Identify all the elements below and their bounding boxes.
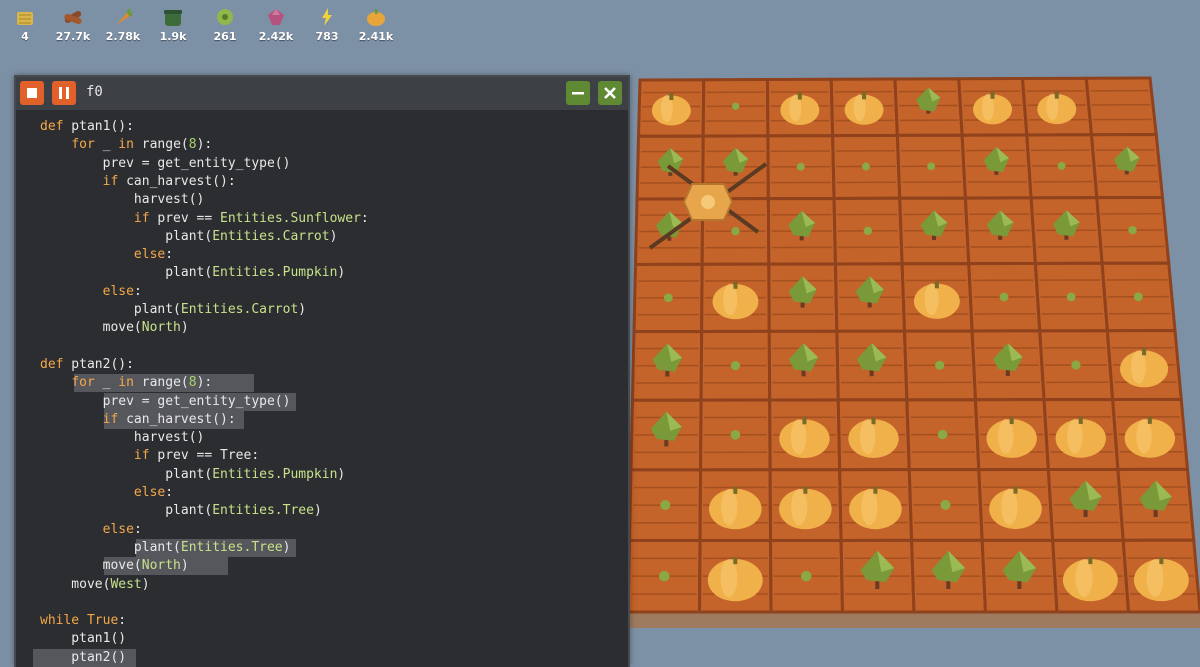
resource-count: 1.9k: [147, 30, 199, 43]
code-line: plant(Entities.Carrot): [40, 228, 337, 246]
sprout: [660, 500, 670, 510]
sprout: [1067, 292, 1076, 301]
pause-icon: [59, 87, 69, 99]
code-line: while True:: [40, 612, 126, 630]
board-edge: [628, 612, 1200, 628]
code-line: plant(Entities.Tree): [40, 539, 290, 557]
power-icon: [316, 6, 338, 28]
sprout: [731, 361, 740, 370]
code-line: plant(Entities.Carrot): [40, 301, 306, 319]
sprout: [864, 227, 872, 235]
resource-count: 783: [301, 30, 353, 43]
code-line: ptan1(): [40, 630, 126, 648]
code-line: move(North): [40, 557, 189, 575]
code-line: if prev == Entities.Sunflower:: [40, 210, 369, 228]
close-icon: [604, 87, 616, 99]
close-button[interactable]: [598, 81, 622, 105]
resource-cactus: 1.9k: [147, 6, 199, 43]
minimize-icon: [572, 87, 584, 99]
code-line: else:: [40, 283, 142, 301]
sprout: [927, 162, 935, 170]
wood-icon: [62, 6, 84, 28]
sprout: [935, 361, 944, 370]
code-line: move(West): [40, 576, 150, 594]
code-line: for _ in range(8):: [40, 374, 212, 392]
sprout: [1000, 293, 1009, 302]
code-line: plant(Entities.Pumpkin): [40, 466, 345, 484]
code-line: if can_harvest():: [40, 411, 236, 429]
resource-power: 783: [301, 6, 353, 43]
sprout: [797, 163, 805, 171]
code-line: prev = get_entity_type(): [40, 393, 290, 411]
resource-count: 27.7k: [47, 30, 99, 43]
sprout: [731, 430, 741, 440]
resource-sunflower: 261: [199, 6, 251, 43]
code-line: move(North): [40, 319, 189, 337]
resource-wood: 27.7k: [47, 6, 99, 43]
sprout: [938, 430, 948, 440]
code-line: plant(Entities.Tree): [40, 502, 322, 520]
pumpkin-icon: [365, 6, 387, 28]
minimize-button[interactable]: [566, 81, 590, 105]
code-line: def ptan1():: [40, 118, 134, 136]
stop-button[interactable]: [20, 81, 44, 105]
code-window: f0 def ptan1(): for _ in range(8): prev …: [14, 75, 630, 667]
sprout: [1134, 292, 1143, 301]
code-line: def ptan2():: [40, 356, 134, 374]
resource-count: 2.41k: [350, 30, 402, 43]
window-title: f0: [86, 84, 103, 100]
sprout: [1058, 162, 1066, 170]
resource-carrot: 2.78k: [97, 6, 149, 43]
resource-count: 261: [199, 30, 251, 43]
sprout: [801, 571, 812, 582]
sprout: [659, 571, 670, 582]
sprout: [664, 293, 673, 302]
resource-count: 2.78k: [97, 30, 149, 43]
resource-gem: 2.42k: [250, 6, 302, 43]
hay-icon: [14, 6, 36, 28]
resource-count: 2.42k: [250, 30, 302, 43]
sprout: [731, 227, 739, 235]
code-line: for _ in range(8):: [40, 136, 212, 154]
stop-icon: [27, 88, 37, 98]
sprout: [862, 163, 870, 171]
sunflower-icon: [214, 6, 236, 28]
code-line: else:: [40, 521, 142, 539]
sprout: [732, 103, 740, 111]
code-line: else:: [40, 246, 173, 264]
resource-hay: 4: [0, 6, 51, 43]
sprout: [940, 500, 950, 510]
gem-icon: [265, 6, 287, 28]
resource-count: 4: [0, 30, 51, 43]
code-line: else:: [40, 484, 173, 502]
window-titlebar[interactable]: f0: [16, 77, 628, 110]
pause-button[interactable]: [52, 81, 76, 105]
code-line: ptan2(): [40, 649, 126, 667]
carrot-icon: [112, 6, 134, 28]
code-line: if can_harvest():: [40, 173, 236, 191]
code-line: prev = get_entity_type(): [40, 155, 290, 173]
cactus-icon: [162, 6, 184, 28]
code-line: harvest(): [40, 191, 204, 209]
resource-pumpkin: 2.41k: [350, 6, 402, 43]
code-editor[interactable]: def ptan1(): for _ in range(8): prev = g…: [16, 112, 628, 667]
code-line: plant(Entities.Pumpkin): [40, 264, 345, 282]
sprout: [1071, 360, 1080, 369]
code-line: if prev == Tree:: [40, 447, 259, 465]
sprout: [1128, 226, 1136, 234]
farm-grid: [628, 78, 1200, 628]
soil-tile: [1086, 78, 1156, 135]
code-line: harvest(): [40, 429, 204, 447]
